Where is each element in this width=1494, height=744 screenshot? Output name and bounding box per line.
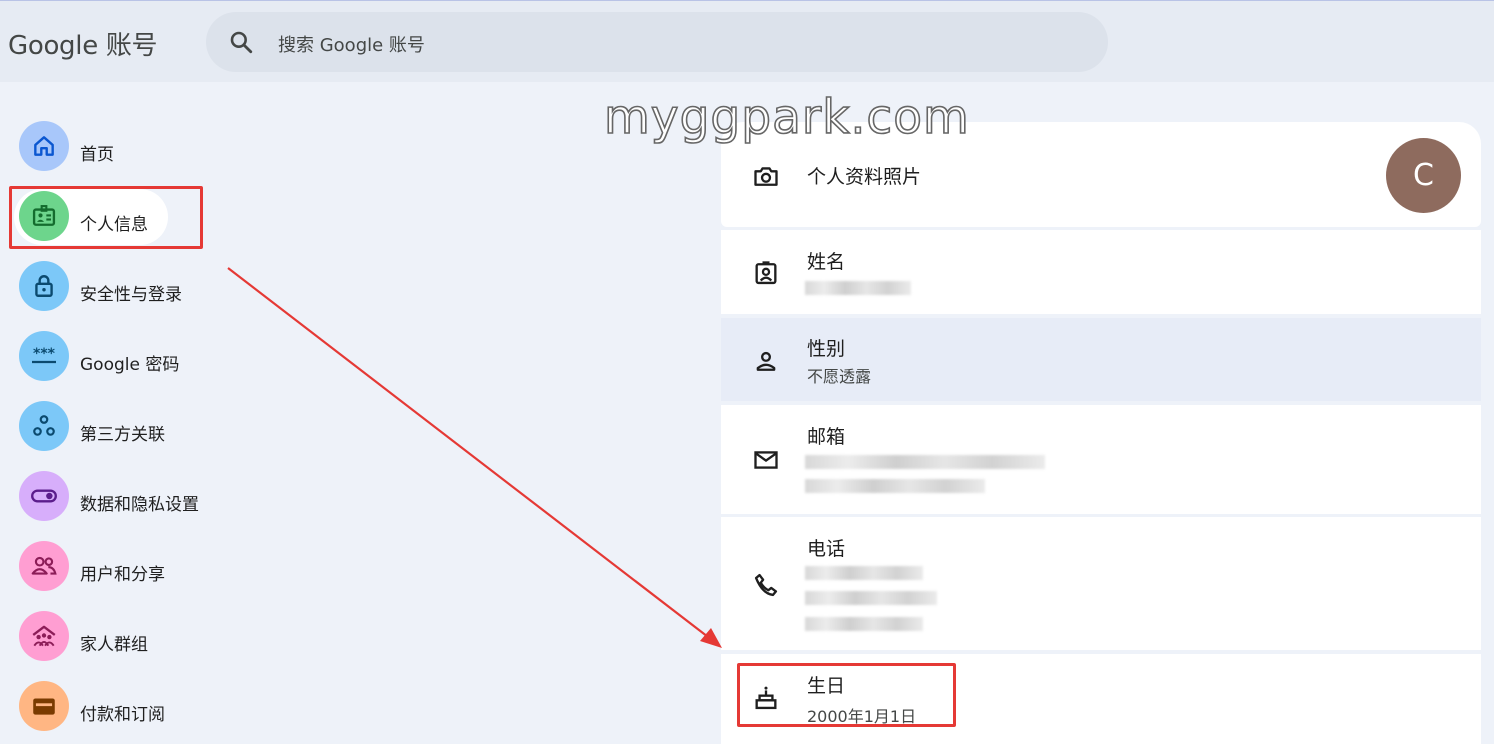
phone-icon [754,573,778,597]
nav-label-security: 安全性与登录 [80,285,182,305]
phone-value-redacted-2 [805,591,937,605]
gender-row[interactable]: 性别 不愿透露 [721,318,1481,401]
nav-item-passwords[interactable]: *** Google 密码 [0,325,230,389]
name-value-redacted [805,281,911,295]
google-account-logo[interactable]: Google 账号 [8,25,158,62]
nav-item-home[interactable]: 首页 [0,115,230,179]
gender-title: 性别 [807,338,846,360]
nav-label-home: 首页 [80,145,114,165]
nav-label-payments: 付款和订阅 [80,705,165,725]
annotation-box-birthday [737,663,956,727]
connections-icon [19,401,69,451]
nav-item-people-sharing[interactable]: 用户和分享 [0,535,230,599]
mail-icon [754,451,778,469]
phone-value-redacted-1 [805,566,923,580]
nav-item-family-group[interactable]: 家人群组 [0,605,230,669]
watermark: myggpark.com [603,89,970,146]
svg-text:***: *** [33,346,56,362]
nav-item-security[interactable]: 安全性与登录 [0,255,230,319]
camera-icon [754,167,778,186]
toggle-icon [19,471,69,521]
nav-label-passwords: Google 密码 [80,355,180,375]
contact-card-icon [755,261,777,285]
email-value-redacted-2 [805,479,985,493]
email-value-redacted-1 [805,455,1045,469]
nav-label-people-sharing: 用户和分享 [80,565,165,585]
family-icon [19,611,69,661]
nav-label-data-privacy: 数据和隐私设置 [80,495,199,515]
nav-label-family-group: 家人群组 [80,635,148,655]
phone-title: 电话 [807,538,846,560]
nav-item-connections[interactable]: 第三方关联 [0,395,230,459]
name-row[interactable]: 姓名 [721,230,1481,314]
search-bar[interactable]: 搜索 Google 账号 [206,12,1108,72]
annotation-box-nav [9,186,203,249]
home-icon [19,121,69,171]
wallet-icon [19,681,69,731]
avatar[interactable]: C [1386,138,1461,213]
email-title: 邮箱 [807,426,846,448]
profile-photo-title: 个人资料照片 [807,166,922,188]
password-icon: *** [19,331,69,381]
nav-label-connections: 第三方关联 [80,425,165,445]
nav-item-payments[interactable]: 付款和订阅 [0,675,230,739]
nav-item-data-privacy[interactable]: 数据和隐私设置 [0,465,230,529]
search-icon[interactable] [228,29,254,55]
name-title: 姓名 [807,251,846,273]
search-input[interactable]: 搜索 Google 账号 [278,31,425,57]
people-icon [19,541,69,591]
gender-value: 不愿透露 [807,367,872,386]
email-row[interactable]: 邮箱 [721,405,1481,514]
header: Google 账号 搜索 Google 账号 [0,1,1494,82]
lock-icon [19,261,69,311]
person-icon [756,351,776,371]
phone-value-redacted-3 [805,617,923,631]
phone-row[interactable]: 电话 [721,517,1481,650]
